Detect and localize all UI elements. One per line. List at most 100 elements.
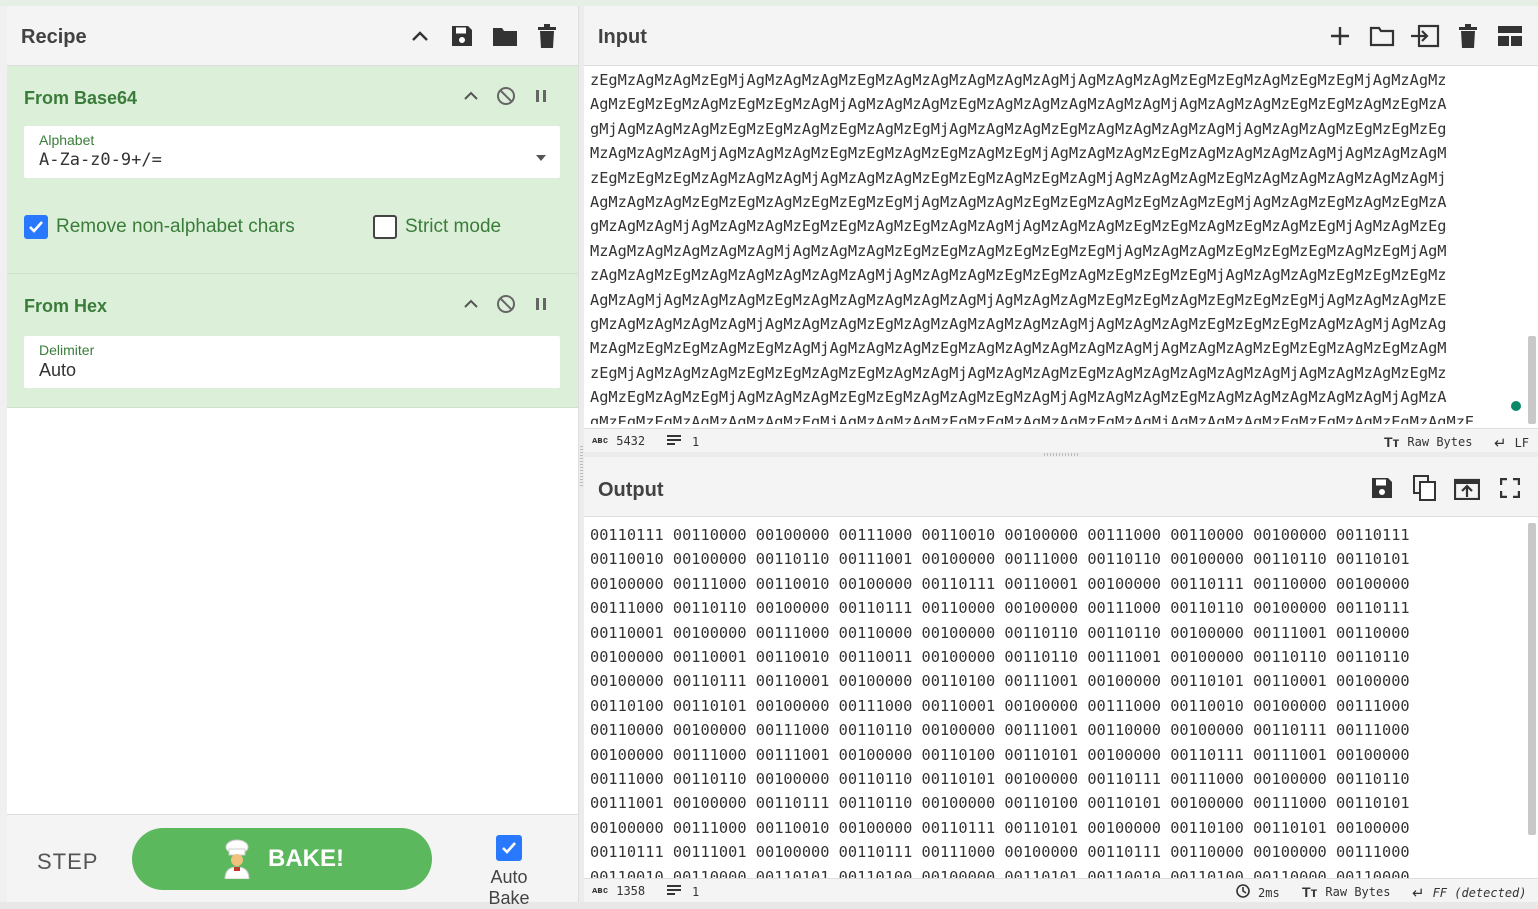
text-line: 00111000 00110110 00100000 00110110 0011…: [590, 770, 1410, 789]
input-scrollbar[interactable]: [1528, 336, 1536, 424]
line-count: 1: [666, 884, 699, 899]
collapse-all-icon[interactable]: [404, 20, 436, 52]
alphabet-label: Alphabet: [39, 132, 95, 148]
operation-from-hex[interactable]: From Hex Delimiter Auto: [7, 274, 578, 408]
text-line: 00110000 00100000 00111000 00110110 0010…: [590, 721, 1410, 740]
text-line: zAgMzAgMzEgMzAgMzAgMzAgMzAgMzAgMjAgMzAgM…: [590, 266, 1447, 285]
delimiter-label: Delimiter: [39, 342, 95, 358]
open-folder-icon[interactable]: [1366, 20, 1398, 52]
recipe-controls: STEP BAKE! Auto Bake: [7, 814, 578, 908]
clear-input-trash-icon[interactable]: [1452, 20, 1484, 52]
text-line: 00110001 00100000 00111000 00110000 0010…: [590, 623, 1410, 642]
text-line: AgMzAgMzAgMzEgMzEgMzAgMzEgMzEgMzEgMjAgMz…: [590, 193, 1447, 212]
text-line: 00110010 00100000 00110110 00111001 0010…: [590, 550, 1410, 569]
input-statusbar: ᴀʙᴄ 5432 1 Tт Raw Bytes ↵ LF: [584, 428, 1538, 452]
output-eol[interactable]: ↵ FF (detected): [1412, 884, 1527, 902]
output-scrollbar[interactable]: [1528, 523, 1536, 835]
text-line: 00110111 00110000 00100000 00111000 0011…: [590, 526, 1410, 544]
operation-from-base64[interactable]: From Base64 Alphabet A-Za-z0-9+/= Remove…: [7, 66, 578, 274]
lines-icon: [666, 434, 682, 449]
recipe-panel: Recipe From Base64 Alphabet A-Za-z0-9+/=: [7, 6, 579, 908]
bake-time: 2ms: [1236, 884, 1280, 901]
delimiter-select[interactable]: Delimiter Auto: [24, 336, 560, 388]
text-line: zEgMjAgMzAgMzAgMzEgMzEgMzAgMzEgMzAgMzAgM…: [590, 363, 1447, 382]
operation-title: From Hex: [24, 296, 108, 316]
checkbox-checked-icon[interactable]: [496, 835, 522, 861]
output-header: Output: [584, 457, 1538, 517]
input-textarea[interactable]: zEgMzAgMzAgMzEgMjAgMzAgMzAgMzEgMzAgMzAgM…: [590, 68, 1524, 424]
text-line: AgMzEgMzAgMzEgMjAgMzAgMzAgMzEgMzEgMzAgMz…: [590, 388, 1447, 407]
text-line: 00110100 00110101 00100000 00111000 0011…: [590, 696, 1410, 715]
text-line: gMzAgMzAgMjAgMzAgMzAgMzEgMzEgMzAgMzEgMzA…: [590, 217, 1447, 236]
pause-operation-icon[interactable]: [525, 80, 557, 112]
text-line: 00100000 00110111 00110001 00100000 0011…: [590, 672, 1410, 691]
copy-output-icon[interactable]: [1409, 472, 1441, 504]
lines-icon: [666, 884, 682, 899]
recipe-header: Recipe: [7, 6, 578, 66]
disable-operation-icon[interactable]: [490, 288, 522, 320]
collapse-operation-icon[interactable]: [455, 80, 487, 112]
line-count: 1: [666, 434, 699, 449]
input-title: Input: [598, 26, 647, 48]
replace-input-icon[interactable]: [1451, 472, 1483, 504]
step-button[interactable]: STEP: [37, 849, 98, 875]
text-line: 00110111 00111001 00100000 00110111 0011…: [590, 843, 1410, 862]
output-encoding[interactable]: Tт Raw Bytes: [1302, 884, 1390, 900]
remove-non-alphabet-checkbox[interactable]: Remove non-alphabet chars: [24, 215, 295, 239]
save-recipe-icon[interactable]: [446, 20, 478, 52]
bake-button[interactable]: BAKE!: [132, 828, 432, 890]
open-file-icon[interactable]: [1409, 20, 1441, 52]
alphabet-value: A-Za-z0-9+/=: [39, 150, 162, 170]
text-line: gMjAgMzAgMzAgMzEgMzEgMzAgMzEgMzAgMzEgMjA…: [590, 119, 1447, 138]
disable-operation-icon[interactable]: [490, 80, 522, 112]
delimiter-value: Auto: [39, 360, 77, 380]
output-title: Output: [598, 479, 664, 501]
recipe-title: Recipe: [21, 26, 87, 48]
text-line: zEgMzEgMzEgMzAgMzAgMzAgMjAgMzAgMzAgMzEgM…: [590, 168, 1447, 187]
input-eol[interactable]: ↵ LF: [1494, 434, 1529, 452]
text-line: 00111001 00100000 00110111 00110110 0010…: [590, 794, 1410, 813]
bake-label: BAKE!: [268, 845, 344, 872]
text-type-icon: Tт: [1302, 884, 1318, 900]
layout-toggle-icon[interactable]: [1494, 20, 1526, 52]
checkbox-unchecked-icon[interactable]: [373, 215, 397, 239]
clear-recipe-trash-icon[interactable]: [531, 20, 563, 52]
strict-mode-label: Strict mode: [405, 216, 502, 237]
abc-icon: ᴀʙᴄ: [592, 436, 609, 446]
text-line: 00100000 00111000 00111001 00100000 0011…: [590, 745, 1410, 764]
char-count: ᴀʙᴄ 5432: [592, 434, 646, 448]
output-statusbar: ᴀʙᴄ 1358 1 2ms Tт Raw Bytes ↵ FF (detect…: [584, 878, 1538, 902]
text-line: MzAgMzEgMzEgMzAgMzEgMzAgMjAgMzAgMzAgMzEg…: [590, 339, 1447, 358]
input-encoding[interactable]: Tт Raw Bytes: [1384, 434, 1472, 450]
text-line: gMzAgMzAgMzAgMzAgMjAgMzAgMzAgMzEgMzAgMzA…: [590, 315, 1447, 334]
input-cursor-marker: [1511, 401, 1521, 411]
left-edge-gutter: [0, 6, 7, 902]
return-arrow-icon: ↵: [1494, 435, 1507, 452]
char-count: ᴀʙᴄ 1358: [592, 884, 646, 898]
output-panel: Output 00110111 00110000 00100000 001110…: [584, 457, 1538, 902]
maximize-output-icon[interactable]: [1494, 472, 1526, 504]
pause-operation-icon[interactable]: [525, 288, 557, 320]
collapse-operation-icon[interactable]: [455, 288, 487, 320]
text-line: gMzEgMzEgMzAgMzAgMzAgMzEgMjAgMzAgMzAgMzE…: [590, 412, 1475, 424]
text-line: MzAgMzAgMzAgMzAgMzAgMjAgMzAgMzAgMzEgMzEg…: [590, 241, 1447, 260]
output-textarea[interactable]: 00110111 00110000 00100000 00111000 0011…: [590, 523, 1524, 879]
auto-bake-toggle[interactable]: Auto Bake: [469, 835, 549, 909]
text-type-icon: Tт: [1384, 434, 1400, 450]
alphabet-select[interactable]: Alphabet A-Za-z0-9+/=: [24, 126, 560, 178]
abc-icon: ᴀʙᴄ: [592, 886, 609, 896]
save-output-icon[interactable]: [1366, 472, 1398, 504]
strict-mode-checkbox[interactable]: Strict mode: [373, 215, 501, 239]
checkbox-checked-icon[interactable]: [24, 215, 48, 239]
text-line: 00100000 00111000 00110010 00100000 0011…: [590, 574, 1410, 593]
remove-non-alphabet-label: Remove non-alphabet chars: [56, 216, 295, 237]
add-tab-icon[interactable]: [1324, 20, 1356, 52]
text-line: AgMzAgMjAgMzAgMzAgMzEgMzAgMzAgMzAgMzAgMz…: [590, 290, 1447, 309]
text-line: zEgMzAgMzAgMzEgMjAgMzAgMzAgMzEgMzAgMzAgM…: [590, 71, 1447, 89]
text-line: AgMzEgMzEgMzAgMzEgMzEgMzAgMjAgMzAgMzAgMz…: [590, 95, 1447, 114]
chef-icon: [220, 839, 254, 880]
operation-title: From Base64: [24, 88, 138, 108]
chevron-down-icon: [536, 148, 546, 166]
auto-bake-label: Auto Bake: [488, 867, 530, 908]
load-recipe-folder-icon[interactable]: [489, 20, 521, 52]
